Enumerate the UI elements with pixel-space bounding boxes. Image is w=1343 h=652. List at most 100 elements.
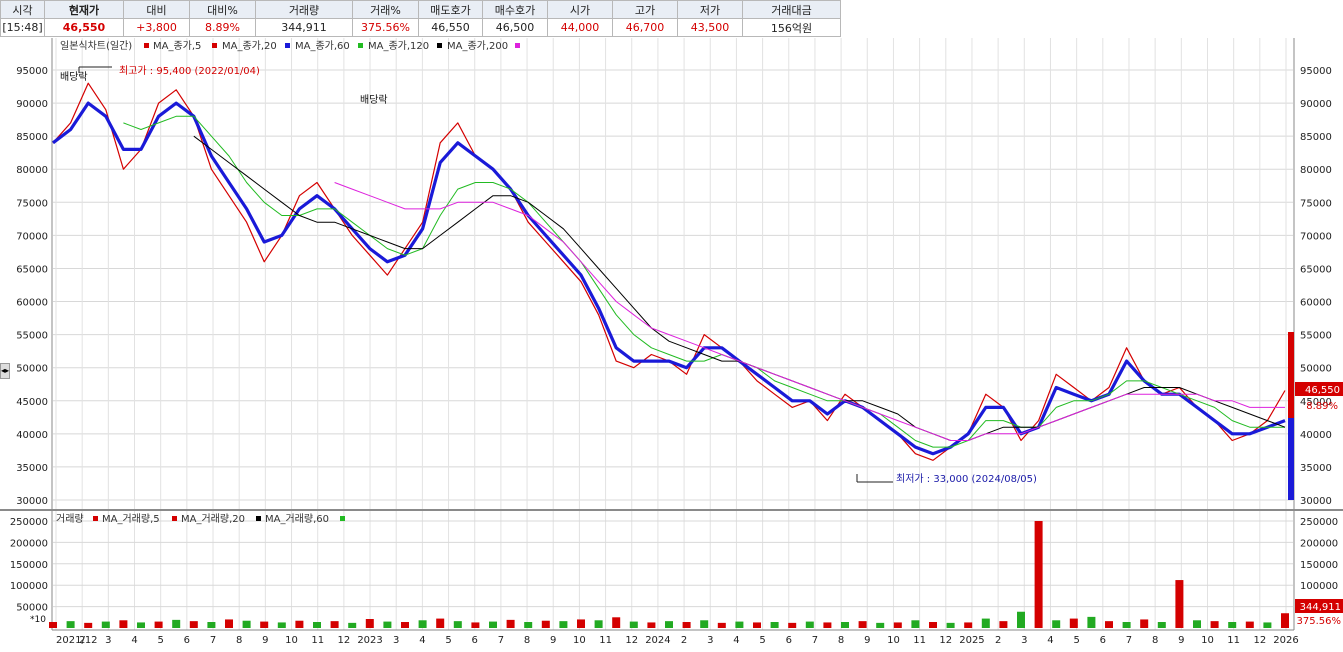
- x-axis-tick-label: 6: [472, 635, 478, 646]
- x-axis-tick-label: 7: [210, 635, 216, 646]
- volume-bar: [629, 621, 638, 628]
- price-y-tick-left: 55000: [16, 331, 48, 342]
- legend-ma120: MA_종가,120: [368, 40, 429, 52]
- current-volume-pct-label: 375.56%: [1297, 616, 1342, 627]
- volume-bar: [330, 621, 339, 628]
- x-axis-tick-label: 10: [1201, 635, 1214, 646]
- chart-area[interactable]: 30000 30000 35000 35000 40000 40000 45000 4 5000…: [0, 38, 1343, 649]
- volume-bar: [453, 621, 462, 628]
- volume-bar: [1245, 621, 1254, 628]
- legend-vol-ma5: MA_거래량,5: [102, 513, 160, 525]
- volume-bar: [665, 621, 673, 628]
- volume-bar: [770, 622, 779, 628]
- quote-header-time: 시각: [0, 0, 45, 19]
- price-y-tick-right: 40000: [1300, 430, 1332, 441]
- x-axis-tick-label: 10: [573, 635, 586, 646]
- x-axis-tick-label: 2023: [357, 635, 382, 646]
- volume-bar: [436, 618, 445, 628]
- x-axis-tick-label: 9: [864, 635, 870, 646]
- price-y-tick-left: 95000: [16, 66, 48, 77]
- legend-ma200: MA_종가,200: [447, 40, 508, 52]
- price-y-tick-right: 55000: [1300, 331, 1332, 342]
- volume-bar: [207, 622, 216, 628]
- x-axis-tick-label: 4: [131, 635, 137, 646]
- quote-value-open: 44,000: [547, 18, 613, 37]
- volume-bar: [524, 622, 533, 628]
- x-axis-tick-label: 8: [1152, 635, 1158, 646]
- volume-bar: [577, 619, 585, 628]
- volume-bar: [401, 622, 409, 628]
- price-y-tick-left: 85000: [16, 132, 48, 143]
- price-y-tick-left: 60000: [16, 298, 48, 309]
- volume-bar: [489, 621, 497, 628]
- price-y-tick-left: 70000: [16, 231, 48, 242]
- volume-bar: [1175, 580, 1184, 628]
- price-y-tick-right: 95000: [1300, 66, 1332, 77]
- price-y-tick-left: 75000: [16, 198, 48, 209]
- x-axis-tick-label: 2: [681, 635, 687, 646]
- quote-value-bid: 46,500: [482, 18, 548, 37]
- volume-y-tick-right: 200000: [1300, 538, 1338, 549]
- volume-bar: [876, 622, 885, 628]
- price-y-tick-right: 30000: [1300, 496, 1332, 507]
- volume-bar: [594, 620, 603, 628]
- x-axis-tick-label: 8: [236, 635, 242, 646]
- legend-ma60: MA_종가,60: [295, 40, 350, 52]
- price-y-tick-right: 85000: [1300, 132, 1332, 143]
- x-axis-tick-label: 3: [105, 635, 111, 646]
- volume-y-tick-left: 250000: [10, 517, 48, 528]
- x-axis-tick-label: 12: [939, 635, 952, 646]
- quote-value-row: [15:48] 46,550 +3,800 8.89% 344,911 375.…: [0, 18, 841, 37]
- price-y-tick-left: 45000: [16, 397, 48, 408]
- volume-bar: [1052, 620, 1061, 628]
- quote-value-high: 46,700: [612, 18, 678, 37]
- volume-bar: [999, 621, 1008, 628]
- volume-bar: [735, 621, 744, 628]
- current-pct-label: 8.89%: [1306, 401, 1338, 412]
- x-axis-tick-label: 10: [285, 635, 298, 646]
- x-axis-tick-label: 2024: [645, 635, 670, 646]
- volume-bar: [1281, 613, 1289, 628]
- x-axis-tick-label: 12: [1253, 635, 1266, 646]
- volume-bar: [559, 621, 568, 628]
- quote-value-price: 46,550: [44, 18, 124, 37]
- volume-bar: [1263, 622, 1272, 628]
- x-axis-tick-label: 7: [1126, 635, 1132, 646]
- x-axis-tick-label: 11: [599, 635, 612, 646]
- volume-bar: [946, 622, 955, 628]
- volume-bar: [471, 622, 480, 628]
- quote-header-change: 대비: [123, 0, 190, 19]
- x-axis-tick-label: 4: [1047, 635, 1053, 646]
- x-axis-tick-label: 4: [419, 635, 425, 646]
- volume-y-tick-right: 100000: [1300, 581, 1338, 592]
- volume-bar: [189, 621, 198, 628]
- dividend-label-2: 배당락: [360, 94, 388, 106]
- x-axis-tick-label: 6: [184, 635, 190, 646]
- volume-bar: [101, 621, 110, 628]
- quote-header-change-pct: 대비%: [189, 0, 256, 19]
- current-price-label: 46,550: [1305, 385, 1340, 396]
- volume-y-tick-right: 150000: [1300, 560, 1338, 571]
- volume-bar: [1210, 621, 1219, 628]
- volume-bar: [647, 622, 656, 628]
- expand-panel-button[interactable]: ◂▸: [0, 363, 10, 379]
- quote-header-high: 고가: [612, 0, 678, 19]
- x-axis-tick-label: 8: [524, 635, 530, 646]
- x-axis-tick-label: 11: [913, 635, 926, 646]
- price-y-tick-right: 90000: [1300, 99, 1332, 110]
- volume-bar: [753, 622, 761, 628]
- volume-bar: [541, 620, 550, 628]
- price-y-tick-left: 50000: [16, 364, 48, 375]
- price-y-tick-right: 60000: [1300, 298, 1332, 309]
- x-axis-tick-label: 9: [550, 635, 556, 646]
- current-volume-label: 344,911: [1300, 602, 1341, 613]
- price-y-tick-right: 65000: [1300, 264, 1332, 275]
- x-axis-tick-label: 7: [498, 635, 504, 646]
- volume-bar: [929, 622, 937, 628]
- volume-bar: [84, 622, 93, 628]
- price-y-tick-right: 75000: [1300, 198, 1332, 209]
- chart-canvas[interactable]: 30000 30000 35000 35000 40000 40000 45000 4 5000…: [0, 38, 1343, 649]
- volume-bar: [893, 622, 902, 628]
- price-y-tick-left: 80000: [16, 165, 48, 176]
- volume-scale-label: *10: [30, 615, 46, 625]
